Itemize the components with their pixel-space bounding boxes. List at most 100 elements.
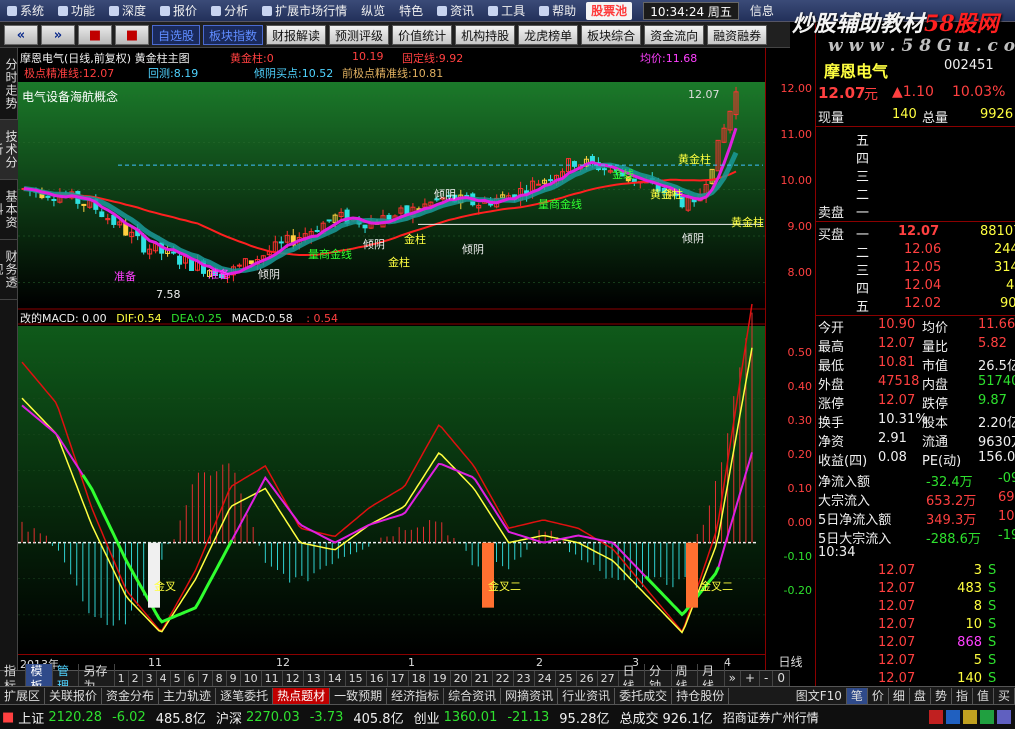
tab-value[interactable]: 值 <box>973 687 994 704</box>
stat-label: 流通 <box>922 435 949 450</box>
template-tab-6[interactable]: 6 <box>185 671 199 686</box>
template-tab-11[interactable]: 11 <box>262 671 283 686</box>
template-tab-5[interactable]: 5 <box>171 671 185 686</box>
mail-icon[interactable] <box>946 710 960 724</box>
template-tab-21[interactable]: 21 <box>472 671 493 686</box>
tab-main-track[interactable]: 主力轨迹 <box>159 687 217 704</box>
tab-industry[interactable]: 行业资讯 <box>558 687 616 704</box>
signal-icon[interactable] <box>980 710 994 724</box>
menu-analysis[interactable]: 分析 <box>204 0 255 21</box>
tick-price: 12.07 <box>878 635 916 650</box>
stat-label: 跌停 <box>922 397 949 412</box>
zoom-in-button[interactable]: + <box>741 671 761 686</box>
tab-f10[interactable]: 图文F10 <box>792 687 847 704</box>
tab-intraday[interactable]: 分时走势 <box>0 48 18 120</box>
institution-holding-button[interactable]: 机构持股 <box>455 24 516 45</box>
tab-consensus[interactable]: 一致预期 <box>330 687 388 704</box>
menu-quote[interactable]: 报价 <box>153 0 204 21</box>
template-tab-9[interactable]: 9 <box>227 671 241 686</box>
menu-depth[interactable]: 深度 <box>102 0 153 21</box>
template-tab-16[interactable]: 16 <box>367 671 388 686</box>
template-tab-13[interactable]: 13 <box>304 671 325 686</box>
template-tab-17[interactable]: 17 <box>388 671 409 686</box>
tab-news[interactable]: 综合资讯 <box>444 687 502 704</box>
template-tab-15[interactable]: 15 <box>346 671 367 686</box>
tab-price[interactable]: 价 <box>868 687 889 704</box>
tab-tick-order[interactable]: 逐笔委托 <box>216 687 274 704</box>
flow-value: -32.4万 <box>926 475 973 490</box>
menu-overview[interactable]: 纵览 <box>354 0 392 21</box>
template-tab-23[interactable]: 23 <box>514 671 535 686</box>
alert-icon[interactable] <box>929 710 943 724</box>
menu-extended-market[interactable]: 扩展市场行情 <box>255 0 354 21</box>
record-button[interactable]: ■ <box>115 24 149 45</box>
stop-button[interactable]: ■ <box>78 24 112 45</box>
menu-function[interactable]: 功能 <box>51 0 102 21</box>
tab-board[interactable]: 盘 <box>910 687 931 704</box>
template-tab-25[interactable]: 25 <box>556 671 577 686</box>
tab-index[interactable]: 指 <box>952 687 973 704</box>
tab-basic-info[interactable]: 基本资料 <box>0 180 18 240</box>
menu-tools[interactable]: 工具 <box>481 0 532 21</box>
sector-summary-button[interactable]: 板块综合 <box>581 24 642 45</box>
zoom-out-button[interactable]: - <box>760 671 774 686</box>
template-tab-20[interactable]: 20 <box>451 671 472 686</box>
template-tab-18[interactable]: 18 <box>409 671 430 686</box>
tick-side: S <box>988 617 997 632</box>
back-button[interactable]: « <box>4 24 38 45</box>
kline-chart-panel[interactable]: 黄金柱 黄金柱 黄金柱 金柱 金柱 金线 量商金线 量商金线 倾阴 倾阴 倾阴 倾阴 倾阴 准备 准备 7.5… <box>18 48 790 656</box>
tab-more[interactable]: » <box>725 671 741 686</box>
menu-info[interactable]: 信息 <box>743 0 781 21</box>
template-tab-19[interactable]: 19 <box>430 671 451 686</box>
reset-button[interactable]: 0 <box>773 671 790 686</box>
template-tab-24[interactable]: 24 <box>535 671 556 686</box>
tab-economic[interactable]: 经济指标 <box>387 687 445 704</box>
financial-report-button[interactable]: 财报解读 <box>266 24 327 45</box>
capital-flow-button[interactable]: 资金流向 <box>644 24 705 45</box>
menu-news[interactable]: 资讯 <box>430 0 481 21</box>
tab-buy[interactable]: 买 <box>994 687 1015 704</box>
dragon-tiger-button[interactable]: 龙虎榜单 <box>518 24 579 45</box>
menu-stock-pool[interactable]: 股票池 <box>586 1 633 20</box>
menu-feature[interactable]: 特色 <box>392 0 430 21</box>
template-tab-8[interactable]: 8 <box>213 671 227 686</box>
kline-chart[interactable]: 黄金柱黄金柱黄金柱金柱金柱金线量商金线量商金线倾阴倾阴倾阴 倾阴倾阴准备 准备7.5… <box>18 48 765 654</box>
tab-positions[interactable]: 持仓股份 <box>672 687 730 704</box>
chat-icon[interactable] <box>963 710 977 724</box>
tab-web-news[interactable]: 网摘资讯 <box>501 687 559 704</box>
template-tab-10[interactable]: 10 <box>241 671 262 686</box>
tab-trend[interactable]: 势 <box>931 687 952 704</box>
settings-icon[interactable] <box>997 710 1011 724</box>
menu-system[interactable]: 系统 <box>0 0 51 21</box>
template-tab-4[interactable]: 4 <box>157 671 171 686</box>
template-tab-22[interactable]: 22 <box>493 671 514 686</box>
buy-row: 五 12.02 90 <box>856 296 1015 315</box>
tab-detail[interactable]: 细 <box>889 687 910 704</box>
sector-index-button[interactable]: 板块指数 <box>203 24 264 45</box>
margin-trading-button[interactable]: 融资融券 <box>707 24 768 45</box>
menu-help[interactable]: 帮助 <box>532 0 583 21</box>
template-tab-1[interactable]: 1 <box>115 671 129 686</box>
template-tab-12[interactable]: 12 <box>283 671 304 686</box>
template-tab-3[interactable]: 3 <box>143 671 157 686</box>
tab-technical[interactable]: 技术分析 <box>0 120 18 180</box>
forecast-rating-button[interactable]: 预测评级 <box>329 24 390 45</box>
template-tab-7[interactable]: 7 <box>199 671 213 686</box>
tab-orders[interactable]: 委托成交 <box>615 687 673 704</box>
stat-row: 今开 10.90 均价 11.66 <box>816 317 1015 336</box>
golden-cross-bar <box>686 542 698 608</box>
forward-button[interactable]: » <box>41 24 75 45</box>
template-tab-2[interactable]: 2 <box>129 671 143 686</box>
tab-ticks[interactable]: 笔 <box>846 687 868 704</box>
tab-capital-dist[interactable]: 资金分布 <box>102 687 160 704</box>
tab-extension[interactable]: 扩展区 <box>0 687 46 704</box>
tab-hot-topic[interactable]: 热点题材 <box>273 687 331 704</box>
template-tab-14[interactable]: 14 <box>325 671 346 686</box>
template-tab-26[interactable]: 26 <box>577 671 598 686</box>
watchlist-button[interactable]: 自选股 <box>152 24 201 45</box>
value-stats-button[interactable]: 价值统计 <box>392 24 453 45</box>
tick-row: 12.07 483 S <box>816 581 1015 599</box>
tab-related-quote[interactable]: 关联报价 <box>45 687 103 704</box>
tab-financial[interactable]: 财务透视 <box>0 240 18 300</box>
template-tab-27[interactable]: 27 <box>598 671 619 686</box>
